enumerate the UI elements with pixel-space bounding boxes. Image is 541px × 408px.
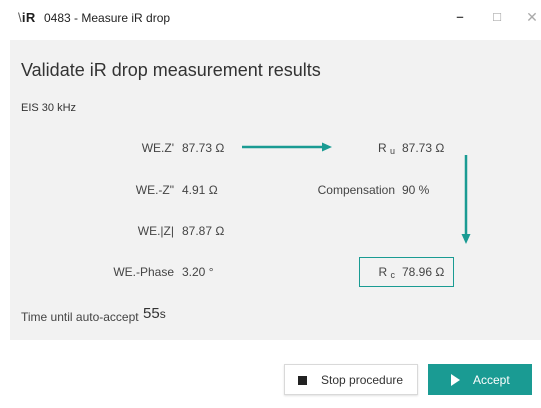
countdown-unit: s [159,307,166,321]
play-icon [451,374,460,386]
logo-text: iR [21,10,36,25]
app-logo: \iR [18,10,36,25]
stop-square-icon [298,376,307,385]
countdown-number: 55 [143,305,160,322]
measure-ir-drop-window: \iR 0483 - Measure iR drop – □ ✕ Validat… [0,0,541,408]
close-button[interactable]: ✕ [522,9,541,27]
flow-arrows [242,142,471,244]
minimize-button[interactable]: – [450,9,470,27]
maximize-button[interactable]: □ [487,9,507,27]
accept-label: Accept [473,373,510,387]
arrow-down-icon [461,155,471,244]
stop-procedure-label: Stop procedure [321,373,404,387]
title-bar: \iR 0483 - Measure iR drop – □ ✕ [0,0,541,38]
auto-accept-countdown: 55s [143,305,166,322]
auto-accept-label: Time until auto-accept [21,310,139,324]
arrow-right-icon [242,142,332,152]
window-title: 0483 - Measure iR drop [44,11,171,25]
stop-procedure-button[interactable]: Stop procedure [284,364,418,395]
accept-button[interactable]: Accept [428,364,532,395]
results-panel: Validate iR drop measurement results EIS… [10,40,541,340]
